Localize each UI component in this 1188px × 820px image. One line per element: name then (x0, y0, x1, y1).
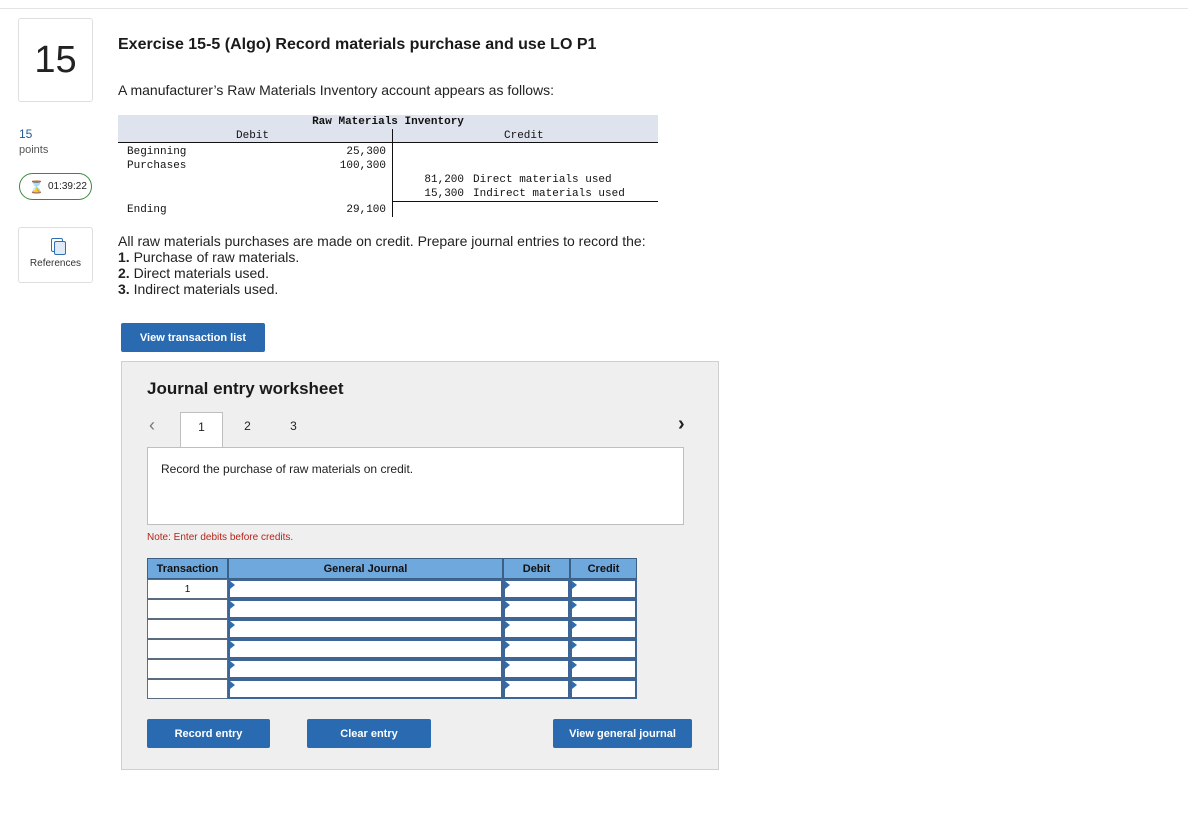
table-row-transaction (147, 599, 228, 619)
account-input[interactable] (228, 639, 503, 659)
chevron-right-icon[interactable]: › (678, 413, 685, 436)
purchases-value: 100,300 (339, 160, 386, 172)
references-button[interactable]: References (18, 227, 93, 283)
t-account-credit-header: Credit (504, 130, 544, 142)
timer-badge: ⌛ 01:39:22 (19, 173, 92, 200)
instruction-text: Direct materials used. (133, 265, 269, 281)
account-input[interactable] (228, 579, 503, 599)
instruction-item: 2. Direct materials used. (118, 265, 646, 281)
table-row-transaction: 1 (147, 579, 228, 599)
instruction-item: 3. Indirect materials used. (118, 281, 646, 297)
t-account: Raw Materials Inventory Debit Credit Beg… (118, 115, 658, 219)
debit-input[interactable] (503, 599, 570, 619)
table-row-transaction (147, 619, 228, 639)
table-row-transaction (147, 679, 228, 699)
question-number-text: 15 (34, 38, 77, 81)
view-transaction-list-button[interactable]: View transaction list (121, 323, 265, 352)
worksheet-title: Journal entry worksheet (147, 379, 344, 398)
t-account-title: Raw Materials Inventory (312, 116, 464, 128)
purchases-label: Purchases (127, 160, 187, 172)
credit-input[interactable] (570, 599, 637, 619)
t-account-credit-rule (392, 201, 658, 202)
ending-value: 29,100 (346, 204, 386, 216)
clear-entry-button[interactable]: Clear entry (307, 719, 431, 748)
col-header-credit: Credit (570, 558, 637, 579)
table-row-transaction (147, 639, 228, 659)
debit-input[interactable] (503, 619, 570, 639)
ending-label: Ending (127, 204, 167, 216)
credit-input[interactable] (570, 639, 637, 659)
credit-row2-label: Indirect materials used (473, 188, 625, 200)
exercise-intro: A manufacturer’s Raw Materials Inventory… (118, 82, 555, 98)
top-divider (0, 8, 1188, 9)
credit-input[interactable] (570, 579, 637, 599)
col-header-transaction: Transaction (147, 558, 228, 579)
credit-row1-value: 81,200 (424, 174, 464, 186)
credit-input[interactable] (570, 679, 637, 699)
worksheet-prompt: Record the purchase of raw materials on … (161, 462, 414, 476)
points-label: points (19, 144, 49, 156)
instructions-lead: All raw materials purchases are made on … (118, 233, 646, 249)
account-input[interactable] (228, 599, 503, 619)
debit-input[interactable] (503, 579, 570, 599)
beginning-label: Beginning (127, 146, 187, 158)
instruction-number: 3. (118, 281, 130, 297)
view-general-journal-button[interactable]: View general journal (553, 719, 692, 748)
references-label: References (29, 258, 82, 269)
beginning-value: 25,300 (346, 146, 386, 158)
journal-entry-worksheet: Journal entry worksheet ‹ 1 2 3 › Record… (121, 361, 719, 770)
hourglass-icon: ⌛ (29, 179, 44, 194)
record-entry-button[interactable]: Record entry (147, 719, 270, 748)
t-account-top-rule (118, 142, 658, 143)
t-account-center-rule (392, 129, 393, 217)
tab-3[interactable]: 3 (272, 412, 315, 448)
exercise-title: Exercise 15-5 (Algo) Record materials pu… (118, 36, 597, 53)
account-input[interactable] (228, 619, 503, 639)
credit-input[interactable] (570, 619, 637, 639)
instructions: All raw materials purchases are made on … (118, 233, 646, 297)
worksheet-note: Note: Enter debits before credits. (147, 532, 294, 543)
table-row-transaction (147, 659, 228, 679)
points-value: 15 (19, 127, 33, 141)
chevron-left-icon[interactable]: ‹ (149, 415, 155, 436)
debit-input[interactable] (503, 659, 570, 679)
credit-row1-label: Direct materials used (473, 174, 612, 186)
tab-1[interactable]: 1 (180, 412, 223, 448)
credit-row2-value: 15,300 (424, 188, 464, 200)
t-account-debit-header: Debit (236, 130, 270, 142)
timer-text: 01:39:22 (47, 181, 87, 192)
col-header-general-journal: General Journal (228, 558, 503, 579)
question-number: 15 (18, 18, 93, 102)
debit-input[interactable] (503, 639, 570, 659)
debit-input[interactable] (503, 679, 570, 699)
documents-icon (49, 238, 66, 255)
instruction-item: 1. Purchase of raw materials. (118, 249, 646, 265)
credit-input[interactable] (570, 659, 637, 679)
tab-2[interactable]: 2 (226, 412, 269, 448)
instruction-text: Indirect materials used. (133, 281, 279, 297)
instruction-text: Purchase of raw materials. (133, 249, 300, 265)
account-input[interactable] (228, 679, 503, 699)
instruction-number: 2. (118, 265, 130, 281)
instruction-number: 1. (118, 249, 130, 265)
worksheet-prompt-box: Record the purchase of raw materials on … (147, 447, 684, 525)
account-input[interactable] (228, 659, 503, 679)
col-header-debit: Debit (503, 558, 570, 579)
